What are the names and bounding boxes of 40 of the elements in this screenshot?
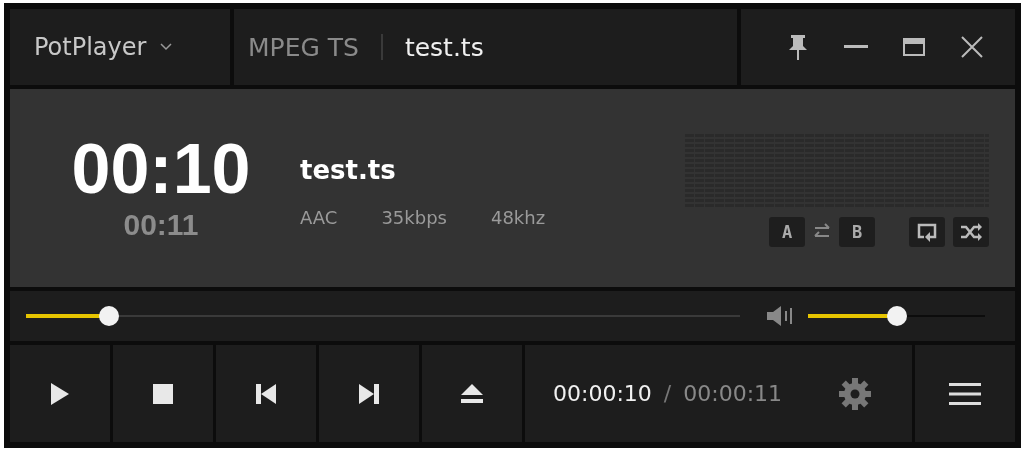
stop-icon xyxy=(153,383,173,404)
stop-button[interactable] xyxy=(113,345,213,442)
eject-icon xyxy=(461,383,483,404)
previous-icon xyxy=(256,383,276,404)
settings-button[interactable] xyxy=(838,376,872,411)
play-button[interactable] xyxy=(10,345,110,442)
total-time: 00:11 xyxy=(123,208,199,242)
app-menu-button[interactable]: PotPlayer xyxy=(10,9,230,85)
seek-thumb[interactable] xyxy=(98,306,119,326)
media-title: test.ts xyxy=(300,154,397,185)
sample-rate-label: 48khz xyxy=(490,206,546,228)
time-separator: / xyxy=(663,381,672,406)
menu-button[interactable] xyxy=(915,345,1015,442)
eject-button[interactable] xyxy=(422,345,522,442)
repeat-icon xyxy=(916,222,938,242)
menu-icon xyxy=(949,381,981,406)
close-icon xyxy=(961,36,983,58)
minimize-icon xyxy=(844,45,868,49)
speaker-icon xyxy=(766,305,794,327)
prev-button[interactable] xyxy=(216,345,316,442)
shuffle-icon xyxy=(960,223,982,241)
chevron-down-icon xyxy=(160,43,173,51)
duration-time: 00:00:11 xyxy=(683,381,783,406)
volume-thumb[interactable] xyxy=(886,306,907,326)
settings-icon xyxy=(838,376,872,411)
pin-icon xyxy=(787,34,809,60)
ab-repeat-button[interactable]: A xyxy=(769,217,805,247)
current-time: 00:10 xyxy=(71,134,251,204)
ab-repeat-button[interactable]: B xyxy=(839,217,875,247)
bitrate-label: 35kbps xyxy=(381,206,447,228)
shuffle-button[interactable] xyxy=(953,217,989,247)
next-icon xyxy=(359,383,379,404)
play-icon xyxy=(50,381,70,406)
codec-label: AAC xyxy=(300,206,338,228)
maximize-icon xyxy=(903,38,925,56)
elapsed-time: 00:00:10 xyxy=(553,381,652,406)
next-button[interactable] xyxy=(319,345,419,442)
repeat-button[interactable] xyxy=(909,217,945,247)
file-name: test.ts xyxy=(404,32,484,62)
format-label: MPEG TS xyxy=(247,32,359,62)
